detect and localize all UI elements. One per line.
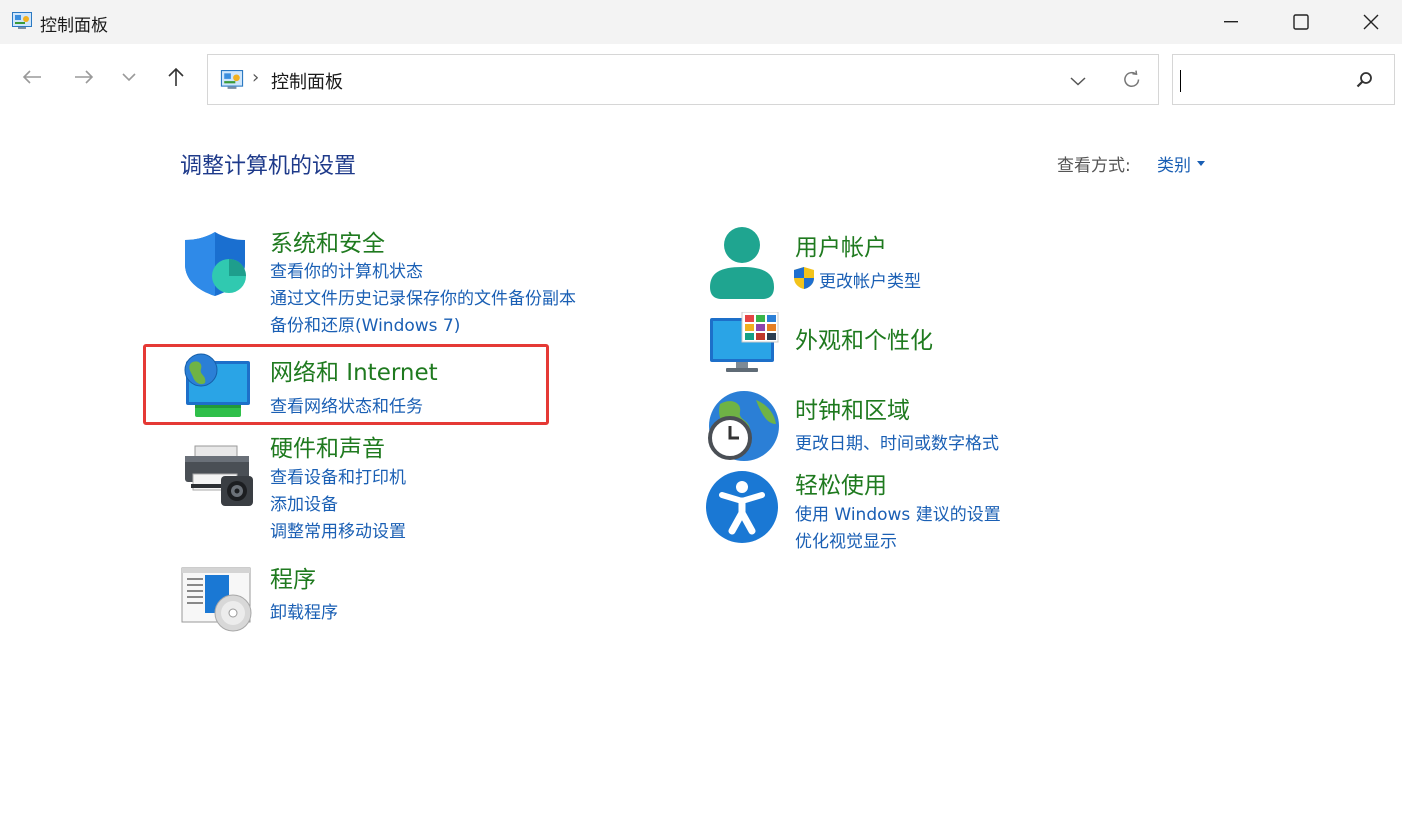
shield-icon[interactable] — [181, 228, 257, 304]
link-view-computer-status[interactable]: 查看你的计算机状态 — [270, 257, 423, 282]
close-button[interactable] — [1336, 0, 1402, 44]
category-title-appearance[interactable]: 外观和个性化 — [795, 321, 933, 355]
breadcrumb-separator[interactable]: › — [252, 67, 259, 88]
link-mobility-settings[interactable]: 调整常用移动设置 — [270, 517, 406, 542]
search-input[interactable] — [1172, 54, 1395, 105]
link-add-device[interactable]: 添加设备 — [270, 490, 338, 515]
arrow-right-icon — [75, 70, 94, 84]
page-title: 调整计算机的设置 — [180, 154, 357, 179]
highlight-box — [143, 344, 549, 425]
category-title-system-security[interactable]: 系统和安全 — [270, 224, 385, 258]
address-bar[interactable]: › 控制面板 — [207, 54, 1159, 105]
breadcrumb-item[interactable]: 控制面板 — [271, 68, 343, 94]
arrow-up-icon — [168, 67, 184, 86]
address-dropdown-button[interactable] — [1066, 69, 1090, 93]
link-change-account-type[interactable]: 更改帐户类型 — [819, 267, 921, 292]
link-file-history-backup[interactable]: 通过文件历史记录保存你的文件备份副本 — [270, 284, 576, 309]
monitor-palette-icon[interactable] — [708, 311, 784, 388]
refresh-icon — [1124, 70, 1140, 88]
forward-button[interactable] — [68, 61, 100, 93]
search-icon[interactable] — [1355, 70, 1375, 90]
link-windows-recommended-settings[interactable]: 使用 Windows 建议的设置 — [795, 500, 1001, 525]
control-panel-icon — [12, 12, 32, 30]
control-panel-icon — [220, 70, 244, 90]
caret-down-icon — [1197, 161, 1205, 166]
minimize-button[interactable] — [1196, 0, 1266, 44]
printer-icon[interactable] — [181, 440, 257, 516]
user-icon[interactable] — [706, 225, 782, 301]
category-title-hardware-sound[interactable]: 硬件和声音 — [270, 429, 385, 463]
maximize-button[interactable] — [1266, 0, 1336, 44]
window-title: 控制面板 — [40, 16, 108, 36]
view-by-value[interactable]: 类别 — [1157, 151, 1191, 176]
accessibility-icon[interactable] — [706, 471, 782, 547]
link-optimize-visual-display[interactable]: 优化视觉显示 — [795, 527, 897, 552]
category-title-ease-of-access[interactable]: 轻松使用 — [795, 466, 887, 500]
category-title-user-accounts[interactable]: 用户帐户 — [795, 228, 887, 262]
link-backup-restore-win7[interactable]: 备份和还原(Windows 7) — [270, 311, 460, 336]
program-disc-icon[interactable] — [181, 565, 257, 641]
view-by-dropdown[interactable]: 类别 — [1157, 151, 1205, 176]
text-caret — [1180, 70, 1181, 92]
view-by-label: 查看方式: — [1057, 156, 1131, 176]
category-title-programs[interactable]: 程序 — [270, 560, 316, 594]
refresh-button[interactable] — [1120, 68, 1144, 92]
chevron-down-icon — [122, 73, 136, 82]
link-view-devices-printers[interactable]: 查看设备和打印机 — [270, 463, 406, 488]
back-button[interactable] — [16, 61, 48, 93]
link-uninstall-program[interactable]: 卸载程序 — [270, 598, 338, 623]
link-change-date-time-format[interactable]: 更改日期、时间或数字格式 — [795, 429, 999, 454]
globe-clock-icon[interactable] — [706, 390, 782, 466]
title-bar: 控制面板 — [0, 0, 1402, 44]
uac-shield-icon — [793, 266, 815, 294]
up-button[interactable] — [160, 61, 192, 93]
recent-locations-button[interactable] — [113, 61, 145, 93]
category-title-clock-region[interactable]: 时钟和区域 — [795, 391, 910, 425]
navigation-bar: › 控制面板 — [0, 44, 1402, 116]
chevron-down-icon — [1070, 77, 1086, 86]
arrow-left-icon — [22, 70, 41, 84]
